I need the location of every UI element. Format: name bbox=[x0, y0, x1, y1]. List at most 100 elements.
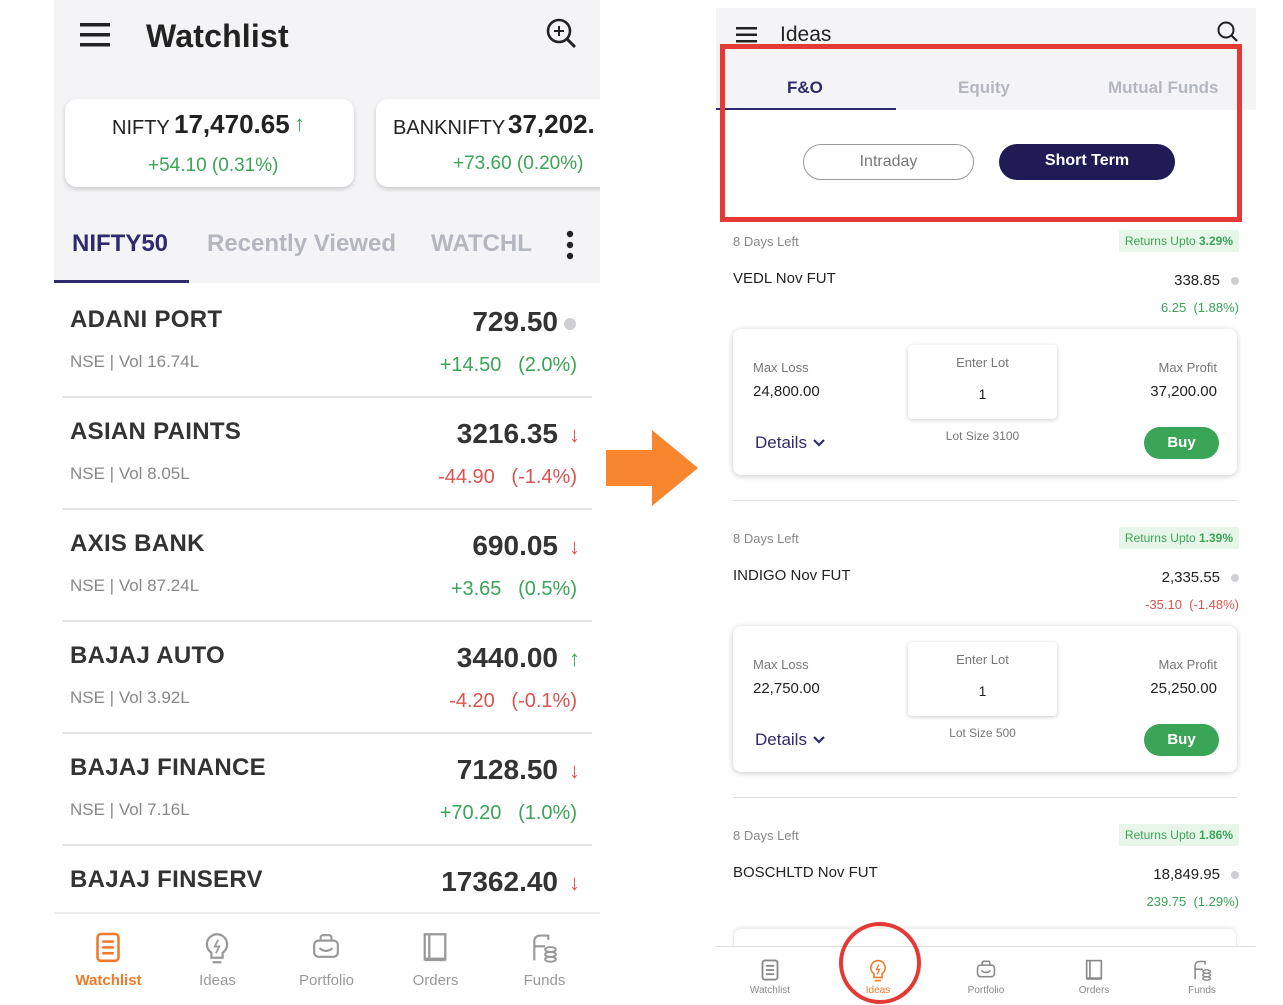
returns-label: Returns Upto bbox=[1124, 828, 1196, 842]
max-loss-value: 22,750.00 bbox=[753, 680, 820, 697]
idea-card: Max Loss 22,750.00 Max Profit 25,250.00 Ente… bbox=[733, 626, 1237, 772]
search-icon[interactable] bbox=[1216, 20, 1238, 42]
funds-icon bbox=[530, 932, 558, 963]
index-value: 17,470.65 bbox=[174, 109, 290, 139]
details-button[interactable]: Details bbox=[755, 730, 826, 750]
down-arrow-icon: ↓ bbox=[569, 870, 580, 895]
nav-label: Ideas bbox=[199, 972, 236, 989]
index-change: +54.10 (0.31%) bbox=[148, 155, 279, 176]
ideas-highlight-circle bbox=[839, 922, 921, 1004]
down-arrow-icon: ↓ bbox=[569, 534, 580, 559]
orders-icon bbox=[1084, 959, 1104, 981]
details-label: Details bbox=[755, 730, 807, 749]
returns-badge: Returns Upto 3.29% bbox=[1118, 230, 1239, 252]
returns-value: 1.39% bbox=[1198, 531, 1233, 545]
max-loss-label: Max Loss bbox=[753, 657, 809, 672]
tab-nifty50[interactable]: NIFTY50 bbox=[72, 230, 168, 258]
idea-card: Max Loss 24,800.00 Max Profit 37,200.00 Ente… bbox=[733, 329, 1237, 475]
returns-badge: Returns Upto 1.86% bbox=[1118, 824, 1239, 846]
idea-change: 239.75 (1.29%) bbox=[1146, 894, 1239, 909]
index-value: 37,202. bbox=[508, 109, 595, 139]
stock-price: 3216.35 bbox=[456, 418, 558, 449]
stock-change: -44.90 (-1.4%) bbox=[438, 466, 577, 488]
bulb-icon bbox=[203, 932, 231, 966]
nav-label: Orders bbox=[412, 972, 459, 989]
days-left: 8 Days Left bbox=[733, 531, 799, 546]
transition-arrow-icon bbox=[606, 430, 698, 511]
returns-value: 1.86% bbox=[1198, 828, 1233, 842]
watchlist-icon bbox=[760, 959, 780, 981]
buy-button[interactable]: Buy bbox=[1144, 427, 1219, 459]
idea-change: -35.10 (-1.48%) bbox=[1145, 597, 1239, 612]
banknifty-index-card[interactable]: BANKNIFTY 37,202. +73.60 (0.20%) bbox=[376, 99, 600, 187]
stock-name: BAJAJ FINSERV bbox=[70, 866, 263, 893]
nav-label: Orders bbox=[1078, 985, 1110, 996]
nav-funds[interactable]: Funds bbox=[490, 914, 599, 1005]
down-arrow-icon: ↓ bbox=[569, 422, 580, 447]
portfolio-icon bbox=[312, 932, 340, 960]
lot-size: Lot Size 3100 bbox=[945, 429, 1020, 443]
divider bbox=[733, 500, 1237, 501]
nav-orders[interactable]: Orders bbox=[381, 914, 490, 1005]
bottom-nav: Watchlist Ideas Portfolio Orders Funds bbox=[716, 946, 1256, 1005]
buy-button[interactable]: Buy bbox=[1144, 724, 1219, 756]
stock-name: AXIS BANK bbox=[70, 530, 205, 557]
up-arrow-icon: ↑ bbox=[569, 646, 580, 671]
watchlist-header: Watchlist NIFTY 17,470.65 ↑ +54.10 (0.31… bbox=[54, 0, 600, 283]
nav-label: Funds bbox=[1188, 985, 1216, 996]
stock-price: 7128.50 bbox=[456, 754, 558, 785]
neutral-dot-icon bbox=[1231, 277, 1239, 285]
enter-lot-label: Enter Lot bbox=[956, 355, 1009, 370]
idea-change: 6.25 (1.88%) bbox=[1160, 300, 1239, 315]
stock-row[interactable]: BAJAJ FINANCE NSE | Vol 7.16L 7128.50 ↓ +70.… bbox=[62, 734, 592, 846]
lot-size: Lot Size 500 bbox=[949, 726, 1016, 740]
nav-ideas[interactable]: Ideas bbox=[163, 914, 272, 1005]
stock-name: ADANI PORT bbox=[70, 306, 223, 333]
idea-symbol: INDIGO Nov FUT bbox=[733, 567, 851, 584]
max-loss-label: Max Loss bbox=[753, 360, 809, 375]
lot-value: 1 bbox=[978, 386, 987, 402]
nav-orders[interactable]: Orders bbox=[1040, 947, 1148, 1005]
days-left: 8 Days Left bbox=[733, 828, 799, 843]
nav-label: Watchlist bbox=[75, 972, 142, 989]
stock-row[interactable]: BAJAJ AUTO NSE | Vol 3.92L 3440.00 ↑ -4.20 (… bbox=[62, 622, 592, 734]
stock-price: 17362.40 bbox=[441, 866, 558, 897]
stock-name: ASIAN PAINTS bbox=[70, 418, 242, 445]
menu-icon[interactable] bbox=[736, 27, 758, 43]
chevron-down-icon bbox=[807, 730, 826, 749]
stock-row[interactable]: ADANI PORT NSE | Vol 16.74L 729.50 +14.50 (… bbox=[62, 286, 592, 398]
stock-name: BAJAJ FINANCE bbox=[70, 754, 266, 781]
stock-price: 690.05 bbox=[472, 530, 558, 561]
stock-exchange-volume: NSE | Vol 7.16L bbox=[70, 800, 190, 819]
stock-row[interactable]: AXIS BANK NSE | Vol 87.24L 690.05 ↓ +3.65 (0… bbox=[62, 510, 592, 622]
stock-row[interactable]: ASIAN PAINTS NSE | Vol 8.05L 3216.35 ↓ -44.9… bbox=[62, 398, 592, 510]
stock-price: 729.50 bbox=[472, 306, 558, 337]
nav-funds[interactable]: Funds bbox=[1148, 947, 1256, 1005]
stock-exchange-volume: NSE | Vol 3.92L bbox=[70, 688, 190, 707]
menu-icon[interactable] bbox=[80, 22, 112, 48]
stock-price: 3440.00 bbox=[456, 642, 558, 673]
nav-label: Funds bbox=[523, 972, 566, 989]
search-icon[interactable] bbox=[544, 16, 578, 50]
stock-change: +3.65 (0.5%) bbox=[450, 578, 577, 600]
nav-watchlist[interactable]: Watchlist bbox=[716, 947, 824, 1005]
nav-watchlist[interactable]: Watchlist bbox=[54, 914, 163, 1005]
active-tab-indicator bbox=[54, 280, 189, 283]
nav-label: Portfolio bbox=[967, 985, 1005, 996]
enter-lot-input[interactable]: Enter Lot 1 bbox=[908, 642, 1057, 716]
nav-label: Watchlist bbox=[749, 985, 791, 996]
stock-exchange-volume: NSE | Vol 8.05L bbox=[70, 464, 190, 483]
nifty-index-card[interactable]: NIFTY 17,470.65 ↑ +54.10 (0.31%) bbox=[65, 99, 354, 187]
enter-lot-input[interactable]: Enter Lot 1 bbox=[908, 345, 1057, 419]
stock-exchange-volume: NSE | Vol 16.74L bbox=[70, 352, 200, 371]
max-profit-label: Max Profit bbox=[1158, 360, 1217, 375]
details-button[interactable]: Details bbox=[755, 433, 826, 453]
up-arrow-icon: ↑ bbox=[294, 111, 305, 136]
nav-portfolio[interactable]: Portfolio bbox=[272, 914, 381, 1005]
tab-watchlist[interactable]: WATCHL bbox=[431, 230, 532, 258]
tab-recently-viewed[interactable]: Recently Viewed bbox=[207, 230, 396, 258]
returns-label: Returns Upto bbox=[1124, 234, 1196, 248]
more-options-icon[interactable] bbox=[566, 230, 574, 260]
watchlist-icon bbox=[94, 932, 122, 963]
nav-portfolio[interactable]: Portfolio bbox=[932, 947, 1040, 1005]
